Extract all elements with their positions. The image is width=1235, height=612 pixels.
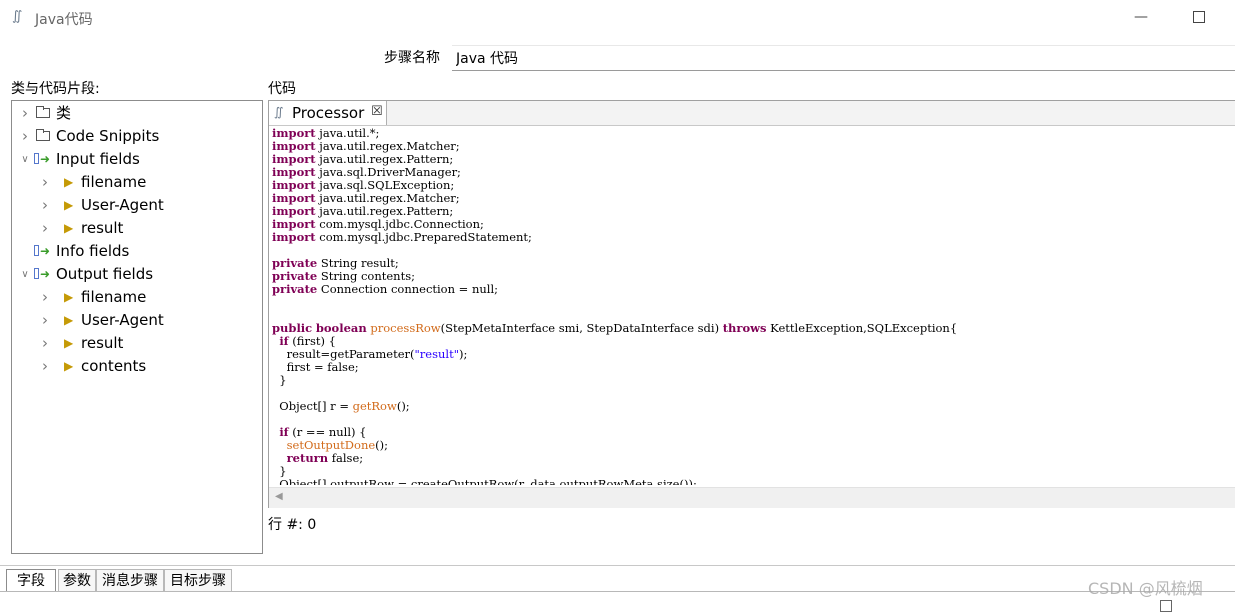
tree-item[interactable]: › Code Snippits (18, 125, 252, 148)
folder-icon (36, 129, 50, 141)
chevron-right-icon[interactable]: › (38, 217, 52, 240)
chevron-right-icon[interactable]: › (38, 332, 52, 355)
code-panel-label: 代码 (268, 81, 296, 97)
tab-processor[interactable]: ∬ Processor ☒ (269, 101, 387, 125)
field-icon: ▶ (64, 198, 74, 212)
tree-item-label: result (81, 219, 124, 237)
tree-item-label: Output fields (56, 265, 154, 283)
tree-item-label: filename (81, 173, 147, 191)
tree-item-label: result (81, 334, 124, 352)
stepname-input[interactable] (452, 45, 1235, 71)
chevron-right-icon[interactable]: › (18, 102, 32, 125)
code-line: public boolean processRow(StepMetaInterf… (272, 321, 958, 335)
chevron-right-icon[interactable]: › (38, 171, 52, 194)
snippets-panel-label: 类与代码片段: (11, 81, 100, 97)
tree-item-label: 类 (56, 104, 72, 122)
tab-target-steps[interactable]: 目标步骤 (164, 569, 232, 591)
snippets-tree[interactable]: › 类 › Code Snippits ∨ ➜ Input fields › ▶ filename… (11, 100, 263, 554)
scroll-left-icon[interactable]: ◀ (275, 491, 283, 502)
row-number-status: 行 #: 0 (268, 517, 317, 533)
chevron-down-icon[interactable]: ∨ (18, 148, 32, 171)
script-icon: ∬ (12, 9, 23, 24)
field-icon: ▶ (64, 359, 74, 373)
chevron-right-icon[interactable]: › (18, 125, 32, 148)
tab-info-steps[interactable]: 消息步骤 (96, 569, 164, 591)
minimize-button[interactable]: — (1130, 6, 1152, 28)
maximize-button[interactable] (1188, 6, 1210, 28)
tab-parameters[interactable]: 参数 (58, 569, 96, 591)
field-icon: ▶ (64, 175, 74, 189)
tab-divider (0, 591, 1235, 592)
chevron-right-icon[interactable]: › (38, 309, 52, 332)
tree-item-label: Input fields (56, 150, 140, 168)
code-editor[interactable]: ∬ Processor ☒ import java.util.*; import … (268, 100, 1235, 508)
editor-tab-strip: ∬ Processor ☒ (269, 101, 1235, 126)
code-line: Object[] r = getRow(); (272, 399, 410, 413)
tree-item[interactable]: › ▶ User-Agent (38, 194, 252, 217)
field-icon: ▶ (64, 313, 74, 327)
chevron-right-icon[interactable]: › (38, 355, 52, 378)
tab-processor-label: Processor (292, 104, 365, 122)
output-fields-icon: ➜ (34, 263, 50, 286)
tree-item[interactable]: ∨ ➜ Input fields (18, 148, 252, 171)
field-icon: ▶ (64, 290, 74, 304)
code-line: import com.mysql.jdbc.PreparedStatement; (272, 230, 532, 244)
bottom-tab-bar: 字段 参数 消息步骤 目标步骤 (0, 565, 1235, 612)
option-checkbox[interactable] (1160, 600, 1172, 612)
tree-item[interactable]: ➜ Info fields (18, 240, 252, 263)
field-icon: ▶ (64, 221, 74, 235)
watermark: CSDN @风梳烟 (1088, 579, 1203, 598)
horizontal-scrollbar[interactable]: ◀ (269, 487, 1235, 508)
tree-item[interactable]: › ▶ filename (38, 286, 252, 309)
tree-item-label: User-Agent (81, 196, 164, 214)
field-icon: ▶ (64, 336, 74, 350)
folder-icon (36, 106, 50, 118)
tree-item[interactable]: › ▶ result (38, 217, 252, 240)
tab-fields[interactable]: 字段 (6, 569, 56, 591)
tree-item[interactable]: › ▶ contents (38, 355, 252, 378)
tree-item-label: Info fields (56, 242, 130, 260)
code-line: Object[] outputRow = createOutputRow(r, … (272, 477, 697, 486)
code-line: } (272, 373, 287, 387)
tree-item[interactable]: ∨ ➜ Output fields (18, 263, 252, 286)
script-icon: ∬ (274, 105, 284, 119)
tree-item-label: contents (81, 357, 147, 375)
title-bar: ∬ Java代码 — (0, 0, 1235, 36)
tree-item[interactable]: › ▶ result (38, 332, 252, 355)
close-icon[interactable]: ☒ (371, 104, 383, 119)
chevron-right-icon[interactable]: › (38, 194, 52, 217)
code-text-area[interactable]: import java.util.*; import java.util.rege… (272, 127, 1232, 485)
chevron-right-icon[interactable]: › (38, 286, 52, 309)
tree-item[interactable]: › ▶ User-Agent (38, 309, 252, 332)
tree-item-label: User-Agent (81, 311, 164, 329)
tree-item[interactable]: › 类 (18, 102, 252, 125)
code-line: private Connection connection = null; (272, 282, 498, 296)
stepname-label: 步骤名称 (384, 50, 440, 66)
tree-item-label: filename (81, 288, 147, 306)
tree-item[interactable]: › ▶ filename (38, 171, 252, 194)
chevron-down-icon[interactable]: ∨ (18, 263, 32, 286)
input-fields-icon: ➜ (34, 148, 50, 171)
window-title: Java代码 (35, 12, 93, 28)
info-fields-icon: ➜ (34, 240, 50, 263)
tree-item-label: Code Snippits (56, 127, 160, 145)
